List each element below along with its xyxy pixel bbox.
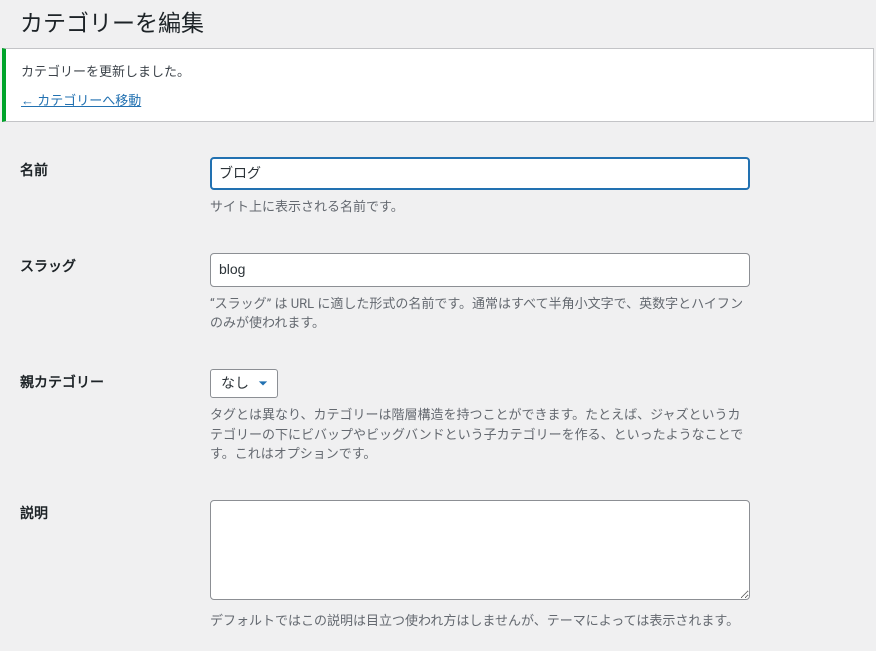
parent-select[interactable]: なし [210,369,278,399]
back-to-categories-link[interactable]: ← カテゴリーへ移動 [21,94,141,109]
name-label: 名前 [0,142,200,238]
success-notice: カテゴリーを更新しました。 ← カテゴリーへ移動 [2,48,874,122]
name-description: サイト上に表示される名前です。 [210,198,750,218]
slug-label: スラッグ [0,238,200,354]
slug-input[interactable] [210,253,750,287]
edit-form-table: 名前 サイト上に表示される名前です。 スラッグ “スラッグ” は URL に適し… [0,142,876,651]
notice-message: カテゴリーを更新しました。 [21,61,858,80]
description-label: 説明 [0,485,200,651]
page-title: カテゴリーを編集 [0,0,876,43]
name-input[interactable] [210,157,750,191]
slug-description: “スラッグ” は URL に適した形式の名前です。通常はすべて半角小文字で、英数… [210,295,750,334]
parent-label: 親カテゴリー [0,354,200,485]
description-textarea[interactable] [210,500,750,600]
parent-description: タグとは異なり、カテゴリーは階層構造を持つことができます。たとえば、ジャズという… [210,406,750,465]
edit-category-wrap: カテゴリーを編集 カテゴリーを更新しました。 ← カテゴリーへ移動 名前 サイト… [0,0,876,651]
description-help: デフォルトではこの説明は目立つ使われ方はしませんが、テーマによっては表示されます… [210,612,750,632]
